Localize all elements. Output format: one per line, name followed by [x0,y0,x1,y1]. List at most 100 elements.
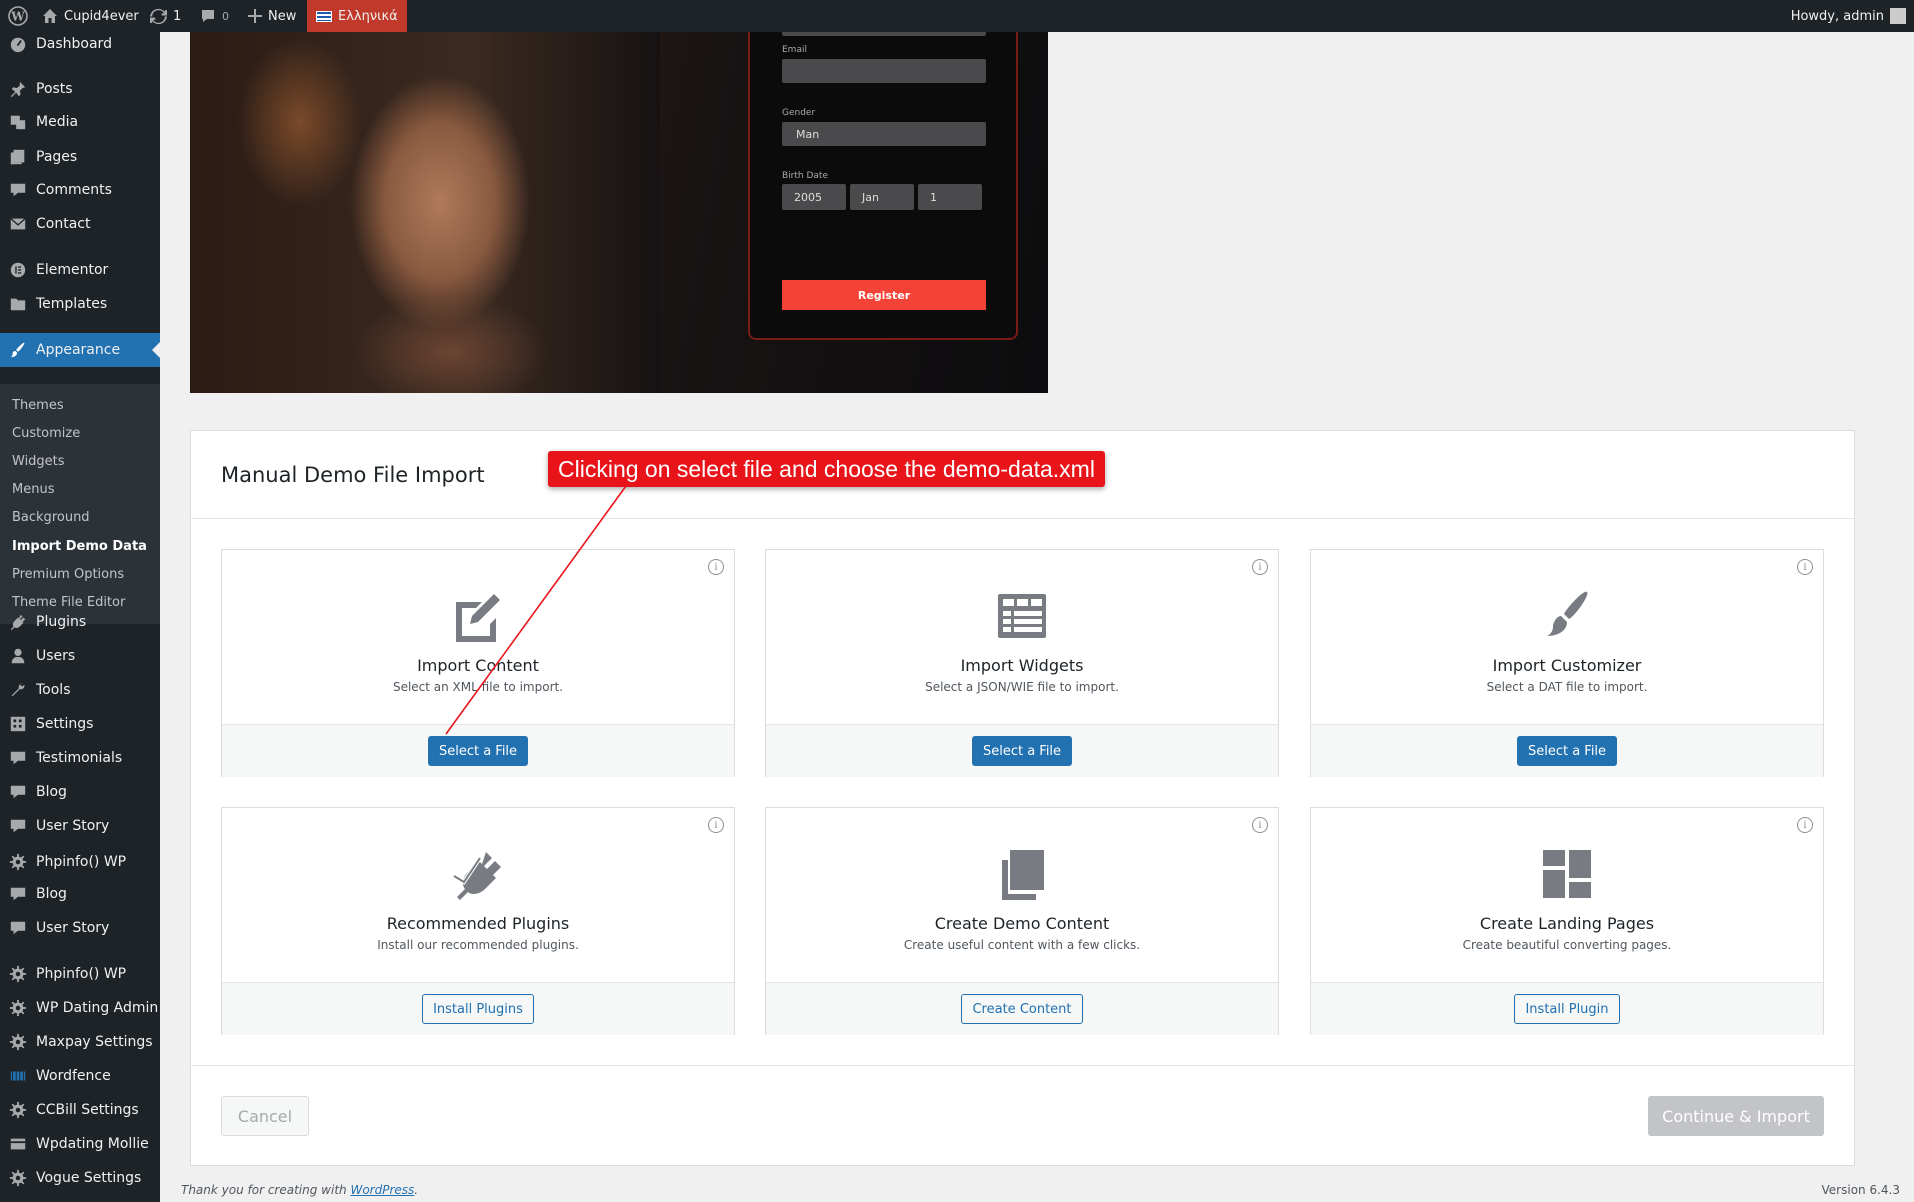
sidebar-item-pages[interactable]: Pages [0,140,160,174]
wordfence-icon [0,1067,36,1085]
account-menu[interactable]: Howdy, admin [1791,0,1906,32]
avatar [1890,8,1906,24]
site-name: Cupid4ever [64,8,139,24]
sidebar-item-label: CCBill Settings [36,1102,139,1118]
card-description: Create useful content with a few clicks. [903,938,1141,952]
sidebar-item-label: Tools [36,682,71,698]
continue-import-button[interactable]: Continue & Import [1648,1096,1824,1136]
sidebar-item-plugins[interactable]: Plugins [0,605,160,639]
svg-text:W: W [10,10,25,24]
sidebar-item-posts[interactable]: Posts [0,72,160,106]
sidebar-item-wordfence[interactable]: Wordfence [0,1059,160,1093]
edit-icon [450,588,506,644]
sidebar-item-label: Wordfence [36,1068,111,1084]
info-icon[interactable]: i [1252,817,1268,833]
site-name-link[interactable]: Cupid4ever [42,0,139,32]
greek-flag-icon [316,10,332,22]
sidebar-item-label: Testimonials [36,750,123,766]
settings-icon [0,715,36,733]
layout-icon [1539,846,1595,902]
sidebar-item-users[interactable]: Users [0,639,160,673]
info-icon[interactable]: i [1797,817,1813,833]
howdy-text: Howdy, admin [1790,8,1884,24]
sidebar-item-label: Posts [36,81,73,97]
updates-link[interactable]: 1 [150,0,181,32]
sidebar-item-settings[interactable]: Settings [0,707,160,741]
submenu-item-menus[interactable]: Menus [12,482,54,497]
sidebar-item-maxpay-settings[interactable]: Maxpay Settings [0,1025,160,1059]
brush-icon [0,341,36,359]
card-body: i Import Customizer Select a DAT file to i… [1311,550,1823,725]
footer-version: Version 6.4.3 [1821,1183,1900,1197]
gear-icon [0,965,36,983]
comment-icon [0,749,36,767]
email-field [782,59,986,83]
sidebar-item-wp-dating-admin[interactable]: WP Dating Admin [0,991,160,1025]
wordpress-link[interactable]: WordPress [350,1183,414,1197]
sidebar-item-dashboard[interactable]: Dashboard [0,32,160,61]
submenu-item-background[interactable]: Background [12,510,90,525]
submenu-item-customize[interactable]: Customize [12,426,80,441]
sidebar-item-comments[interactable]: Comments [0,173,160,207]
sidebar-item-elementor[interactable]: Elementor [0,253,160,287]
gear-icon [0,999,36,1017]
card-title: Create Landing Pages [1479,914,1655,933]
sidebar-item-user-story[interactable]: User Story [0,911,160,945]
info-icon[interactable]: i [708,817,724,833]
create-demo-content-button[interactable]: Create Content [961,994,1083,1024]
card-title: Create Demo Content [934,914,1110,933]
info-icon[interactable]: i [1797,559,1813,575]
sidebar-item-label: Settings [36,716,94,732]
sidebar-item-label: Media [36,114,79,130]
wordpress-logo-icon[interactable]: W [8,0,28,32]
new-content-link[interactable]: New [248,0,296,32]
sidebar-item-label: Dashboard [36,36,112,52]
panel-footer: Cancel Continue & Import [191,1065,1854,1166]
sidebar-item-blog[interactable]: Blog [0,877,160,911]
card-footer: Install Plugins [222,983,734,1035]
footer-thanks: Thank you for creating with WordPress. [181,1183,418,1197]
comment-icon [0,181,36,199]
sidebar-item-templates[interactable]: Templates [0,287,160,321]
sidebar-item-label: Vogue Settings [36,1170,142,1186]
card-description: Select a DAT file to import. [1486,680,1648,694]
submenu-item-themes[interactable]: Themes [12,398,64,413]
import-content-button[interactable]: Select a File [427,736,529,766]
register-button: Register [782,280,986,310]
sidebar-item-phpinfo-wp[interactable]: Phpinfo() WP [0,845,160,879]
sidebar-item-phpinfo-wp[interactable]: Phpinfo() WP [0,957,160,991]
sidebar-item-label: Elementor [36,262,109,278]
card-body: i Recommended Plugins Install our recommen… [222,808,734,983]
sidebar-item-media[interactable]: Media [0,105,160,139]
sidebar-item-blog[interactable]: Blog [0,775,160,809]
sidebar-item-wpdating-mollie[interactable]: Wpdating Mollie [0,1127,160,1161]
submenu-item-widgets[interactable]: Widgets [12,454,65,469]
sidebar-item-ccbill-settings[interactable]: CCBill Settings [0,1093,160,1127]
sidebar-item-label: Wpdating Mollie [36,1136,149,1152]
sidebar-item-user-story[interactable]: User Story [0,809,160,843]
comments-link[interactable]: 0 [200,0,229,32]
cancel-button[interactable]: Cancel [221,1096,309,1136]
language-switcher[interactable]: Ελληνικά [307,0,407,32]
card-footer: Select a File [222,725,734,777]
submenu-item-premium-options[interactable]: Premium Options [12,567,124,582]
card-create-demo-content: i Create Demo Content Create useful conten… [765,807,1279,1035]
home-icon [43,9,57,23]
info-icon[interactable]: i [1252,559,1268,575]
sidebar-item-tools[interactable]: Tools [0,673,160,707]
sidebar-item-testimonials[interactable]: Testimonials [0,741,160,775]
sidebar-item-appearance[interactable]: Appearance [0,333,160,367]
info-icon[interactable]: i [708,559,724,575]
submenu-item-import-demo-data[interactable]: Import Demo Data [12,539,147,554]
sidebar-item-vogue-settings[interactable]: Vogue Settings [0,1161,160,1195]
card-description: Install our recommended plugins. [377,938,579,952]
sidebar-item-label: Templates [36,296,108,312]
import-customizer-button[interactable]: Select a File [1516,736,1618,766]
sidebar-item-contact[interactable]: Contact [0,207,160,241]
create-landing-pages-button[interactable]: Install Plugin [1514,994,1620,1024]
card-description: Create beautiful converting pages. [1462,938,1672,952]
recommended-plugins-button[interactable]: Install Plugins [422,994,534,1024]
plugin-icon [0,613,36,631]
gear-icon [0,1101,36,1119]
import-widgets-button[interactable]: Select a File [971,736,1073,766]
